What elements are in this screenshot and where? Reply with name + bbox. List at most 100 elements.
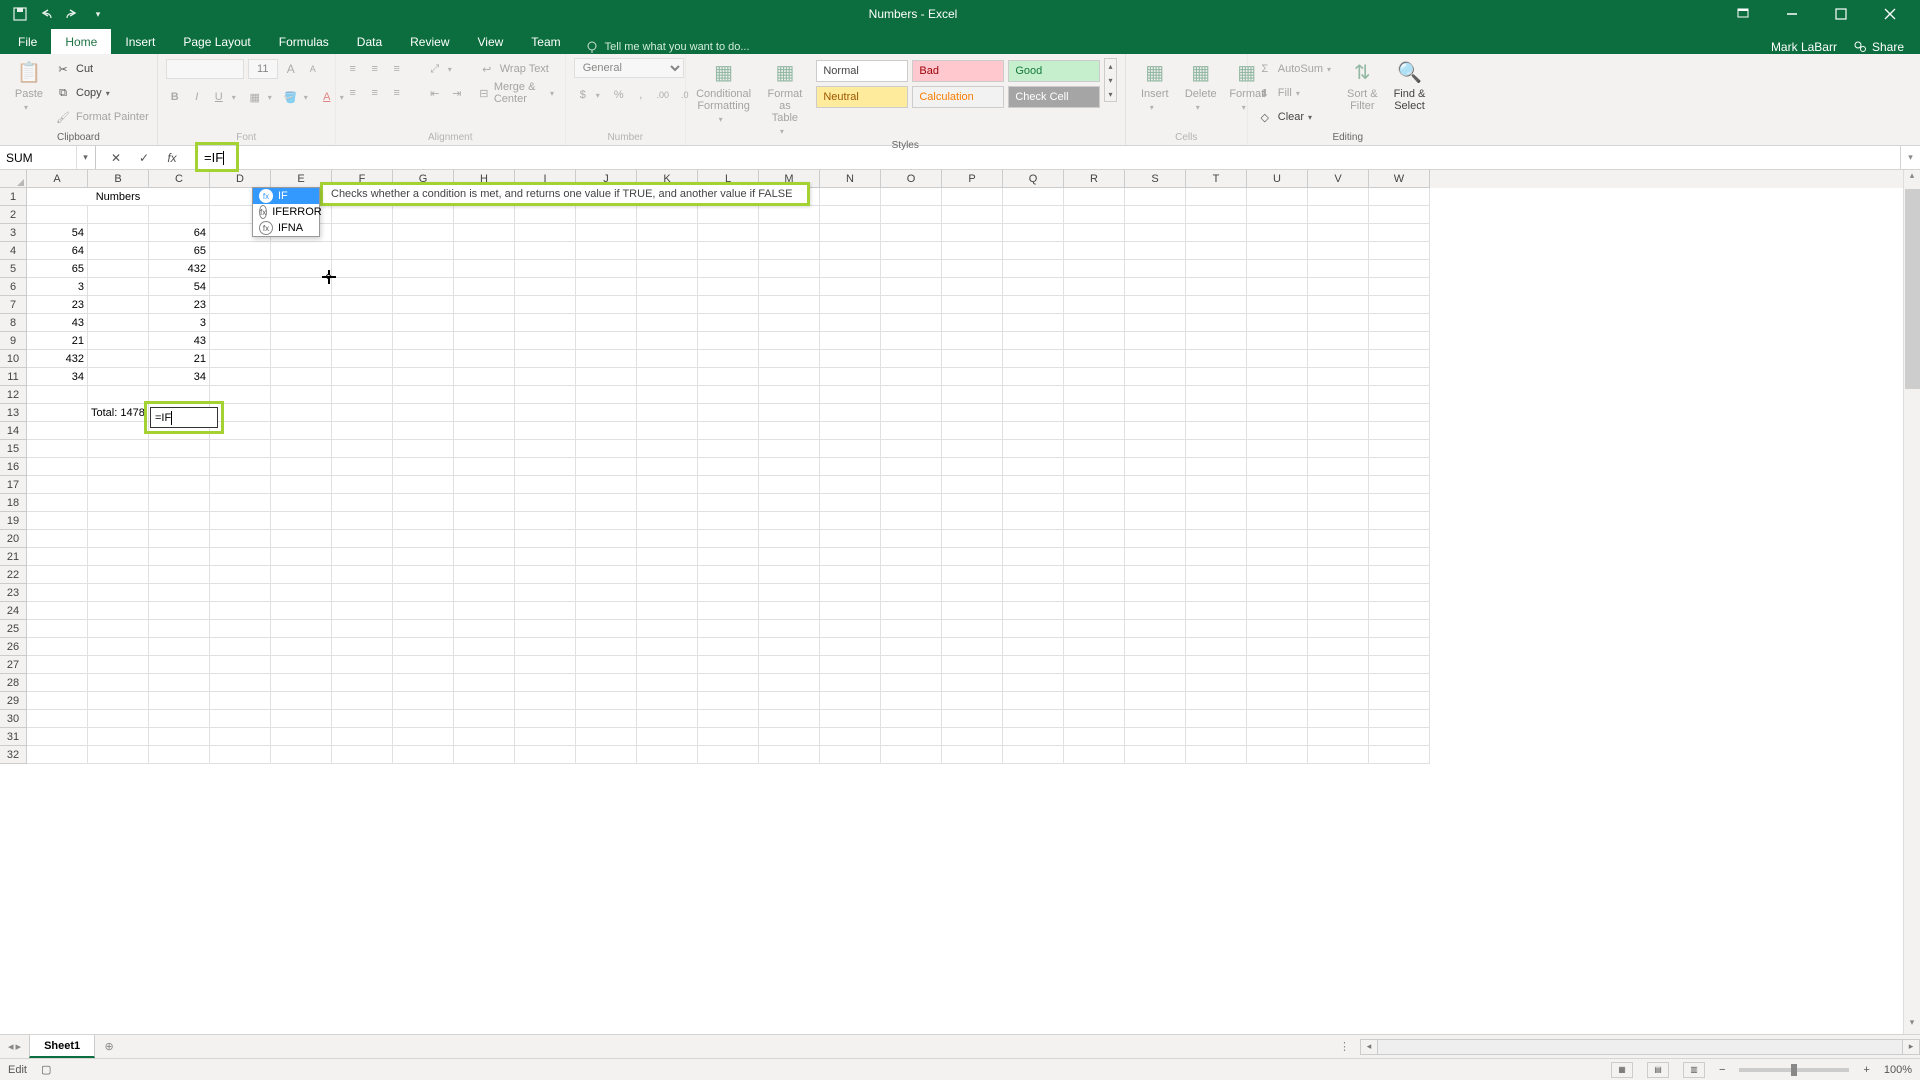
cell[interactable] [1369, 368, 1430, 386]
cell[interactable] [393, 440, 454, 458]
cell[interactable] [820, 188, 881, 206]
cell[interactable] [1186, 692, 1247, 710]
row-header[interactable]: 31 [0, 728, 27, 746]
cell[interactable] [1064, 602, 1125, 620]
cell[interactable] [942, 530, 1003, 548]
row-header[interactable]: 2 [0, 206, 27, 224]
cell[interactable] [1186, 404, 1247, 422]
row-header[interactable]: 25 [0, 620, 27, 638]
cell[interactable] [698, 278, 759, 296]
cell[interactable] [1064, 332, 1125, 350]
cell[interactable] [454, 602, 515, 620]
cell[interactable] [1369, 440, 1430, 458]
cell[interactable] [1186, 476, 1247, 494]
cell[interactable] [942, 638, 1003, 656]
cell[interactable] [1369, 386, 1430, 404]
cell[interactable] [576, 476, 637, 494]
cell[interactable] [271, 746, 332, 764]
cell[interactable] [1308, 602, 1369, 620]
cell[interactable] [210, 656, 271, 674]
cell[interactable] [454, 548, 515, 566]
cell[interactable] [881, 314, 942, 332]
cell[interactable] [210, 566, 271, 584]
cell[interactable] [332, 638, 393, 656]
spreadsheet-grid[interactable]: ABCDEFGHIJKLMNOPQRSTUVW 1Numbers23546446… [0, 170, 1920, 1034]
cell[interactable] [698, 296, 759, 314]
row-header[interactable]: 32 [0, 746, 27, 764]
cell[interactable] [210, 530, 271, 548]
cell[interactable] [1125, 674, 1186, 692]
row-header[interactable]: 18 [0, 494, 27, 512]
cell[interactable] [1003, 458, 1064, 476]
cell[interactable] [149, 440, 210, 458]
row-header[interactable]: 28 [0, 674, 27, 692]
row-header[interactable]: 8 [0, 314, 27, 332]
style-calculation[interactable]: Calculation [912, 86, 1004, 108]
cell[interactable] [454, 368, 515, 386]
cell[interactable] [393, 494, 454, 512]
cell[interactable] [393, 278, 454, 296]
cell[interactable] [1064, 260, 1125, 278]
cell[interactable] [454, 656, 515, 674]
cell[interactable] [210, 296, 271, 314]
formula-expand-icon[interactable]: ▾ [1900, 146, 1920, 169]
view-page-break-icon[interactable]: ▥ [1683, 1062, 1705, 1078]
cell[interactable] [1003, 602, 1064, 620]
cell[interactable] [149, 422, 210, 440]
style-good[interactable]: Good [1008, 60, 1100, 82]
cell[interactable] [515, 224, 576, 242]
cell[interactable] [698, 242, 759, 260]
cell[interactable] [1003, 638, 1064, 656]
style-gallery-scroll[interactable]: ▴▾▾ [1104, 58, 1116, 102]
cell[interactable] [149, 530, 210, 548]
cell[interactable] [149, 638, 210, 656]
cell[interactable] [637, 512, 698, 530]
cell[interactable]: Total: 1478 [88, 404, 149, 422]
cell[interactable] [1369, 548, 1430, 566]
cell[interactable] [759, 224, 820, 242]
cell[interactable] [210, 602, 271, 620]
cell[interactable] [1125, 566, 1186, 584]
cell[interactable] [27, 638, 88, 656]
cell[interactable] [210, 494, 271, 512]
cell[interactable] [1125, 710, 1186, 728]
ac-item-iferror[interactable]: fxIFERROR [253, 204, 319, 220]
cell[interactable] [332, 314, 393, 332]
cell[interactable] [820, 242, 881, 260]
cell[interactable] [515, 656, 576, 674]
bold-icon[interactable]: B [166, 91, 184, 103]
cell[interactable] [393, 386, 454, 404]
cell[interactable] [1186, 368, 1247, 386]
cell[interactable] [332, 746, 393, 764]
cell[interactable] [210, 746, 271, 764]
cell[interactable] [942, 674, 1003, 692]
cell[interactable] [332, 368, 393, 386]
cell[interactable] [1369, 602, 1430, 620]
cell[interactable] [393, 728, 454, 746]
cell[interactable] [576, 440, 637, 458]
cell[interactable] [454, 494, 515, 512]
cell[interactable] [149, 584, 210, 602]
cell[interactable] [820, 656, 881, 674]
cell[interactable] [637, 242, 698, 260]
cell[interactable] [332, 692, 393, 710]
cell[interactable] [881, 188, 942, 206]
cell[interactable] [759, 368, 820, 386]
cell[interactable] [454, 404, 515, 422]
cell[interactable] [393, 404, 454, 422]
cell[interactable] [942, 386, 1003, 404]
cell[interactable]: 34 [149, 368, 210, 386]
tab-team[interactable]: Team [517, 29, 574, 54]
cell[interactable] [1003, 296, 1064, 314]
cell[interactable] [149, 548, 210, 566]
cell[interactable] [1186, 440, 1247, 458]
cell[interactable] [454, 242, 515, 260]
style-bad[interactable]: Bad [912, 60, 1004, 82]
col-header[interactable]: T [1186, 170, 1247, 188]
cell[interactable] [210, 440, 271, 458]
cell[interactable] [1064, 188, 1125, 206]
cell[interactable] [88, 638, 149, 656]
cell[interactable] [1064, 746, 1125, 764]
cell[interactable] [332, 386, 393, 404]
cell[interactable] [942, 440, 1003, 458]
